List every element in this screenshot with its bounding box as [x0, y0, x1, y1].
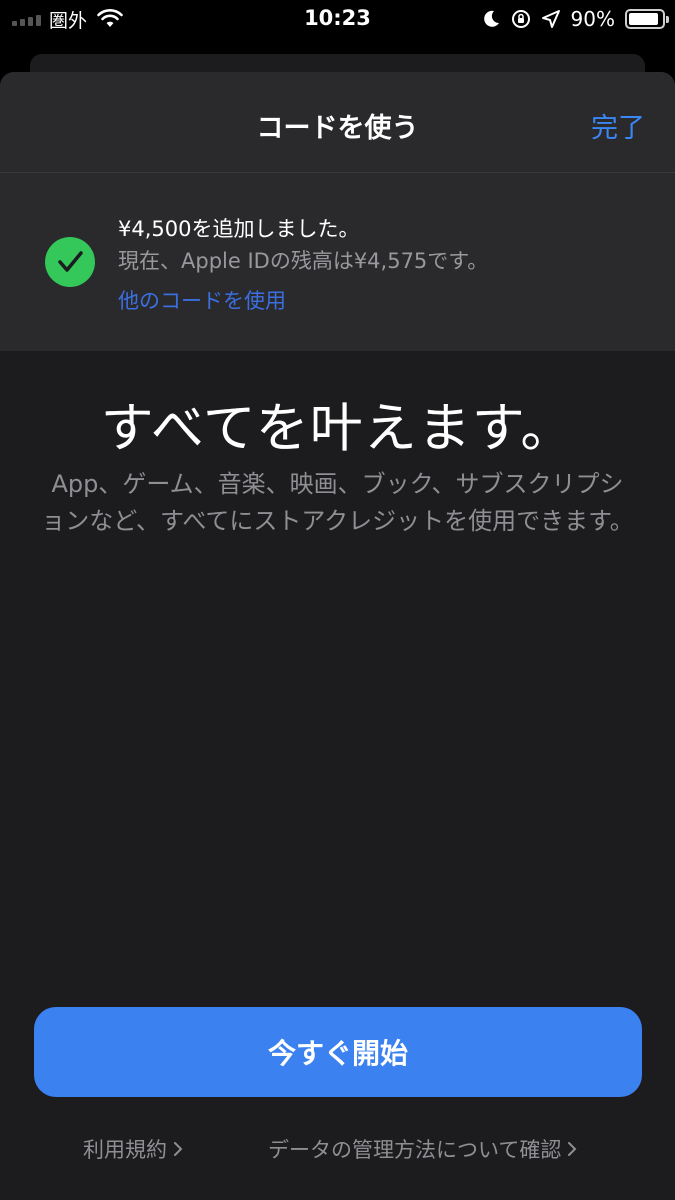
use-another-code-link[interactable]: 他のコードを使用 [118, 285, 286, 315]
orientation-lock-icon [511, 10, 530, 28]
success-banner: ¥4,500を追加しました。 現在、Apple IDの残高は¥4,575です。 … [0, 173, 675, 351]
chevron-right-icon [174, 1142, 183, 1156]
get-started-button[interactable]: 今すぐ開始 [34, 1007, 642, 1097]
added-amount-text: ¥4,500を追加しました。 [118, 217, 360, 241]
battery-percent: 90% [570, 7, 615, 31]
status-right: 90% [481, 7, 669, 31]
terms-link[interactable]: 利用規約 [83, 1134, 183, 1164]
checkmark-icon [58, 251, 83, 272]
chevron-right-icon [568, 1142, 577, 1156]
balance-text: 現在、Apple IDの残高は¥4,575です。 [118, 249, 489, 273]
battery-nub [666, 16, 669, 23]
redeem-code-sheet: コードを使う 完了 ¥4,500を追加しました。 現在、Apple IDの残高は… [0, 72, 675, 1200]
description-text: App、ゲーム、音楽、映画、ブック、サブスクリプションなど、すべてにストアクレジ… [41, 470, 634, 535]
page-title: コードを使う [256, 113, 419, 144]
status-bar: 圏外 10:23 90% [0, 0, 675, 40]
navigation-bar: コードを使う 完了 [0, 72, 675, 173]
location-icon [541, 10, 560, 28]
moon-icon [483, 10, 499, 27]
battery-icon [625, 9, 669, 29]
terms-label: 利用規約 [83, 1138, 167, 1162]
privacy-label: データの管理方法について確認 [268, 1138, 562, 1162]
headline: すべてを叶えます。 [100, 398, 575, 459]
done-button[interactable]: 完了 [591, 106, 645, 145]
checkmark-circle-icon [45, 237, 95, 287]
battery-fill [629, 13, 658, 25]
privacy-link[interactable]: データの管理方法について確認 [268, 1134, 577, 1164]
